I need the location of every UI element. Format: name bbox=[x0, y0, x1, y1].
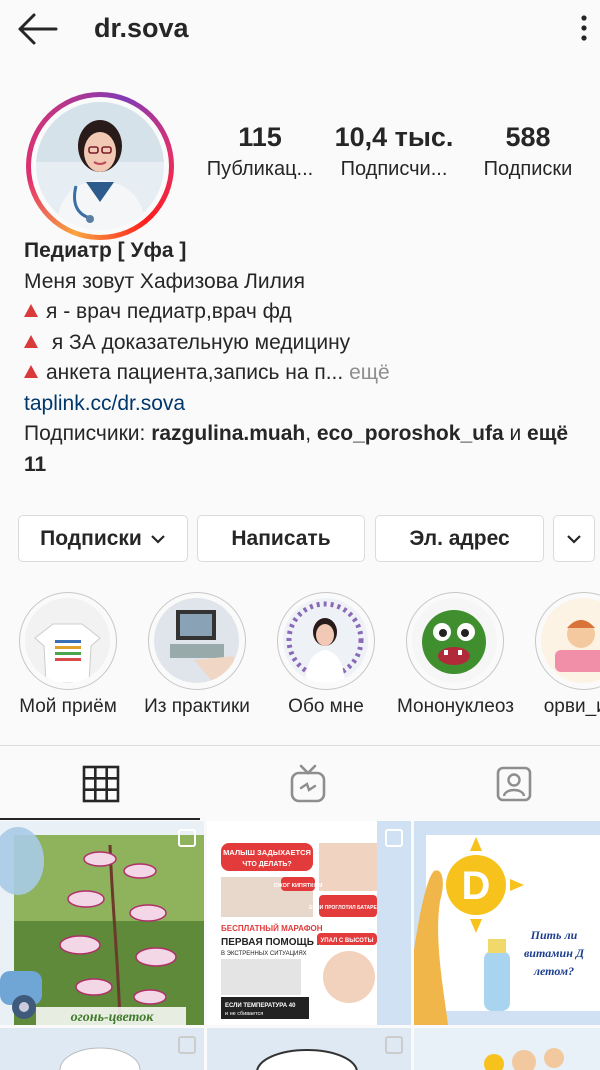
suggested-accounts-button[interactable] bbox=[553, 515, 595, 562]
highlight-item[interactable]: Мононуклеоз bbox=[397, 592, 514, 718]
highlight-item[interactable]: Обо мне bbox=[268, 592, 384, 718]
following-count-label: Подписки bbox=[483, 158, 573, 180]
post-text: витамин Д bbox=[524, 946, 585, 960]
highlight-label: Мононуклеоз bbox=[397, 696, 514, 717]
profile-display-name: Педиатр [ Уфа ] bbox=[24, 239, 187, 262]
following-button[interactable]: Подписки bbox=[18, 515, 188, 562]
highlight-label: орви_и_г bbox=[543, 696, 600, 717]
tabs-divider bbox=[0, 745, 600, 746]
bio-more-link[interactable]: ещё bbox=[349, 361, 390, 384]
post-thumbnail[interactable] bbox=[207, 1028, 411, 1070]
highlight-cover bbox=[154, 598, 239, 683]
post-text: и не сбивается bbox=[225, 1011, 263, 1017]
post-text: ОЖОГ КИПЯТКОМ bbox=[274, 883, 323, 889]
red-triangle-icon bbox=[24, 365, 38, 378]
bio-line: Меня зовут Хафизова Лилия bbox=[24, 269, 305, 293]
message-button[interactable]: Написать bbox=[197, 515, 365, 562]
post-text: ЕСЛИ ПРОГЛОТИЛ БАТАРЕЙКУ bbox=[309, 903, 387, 911]
igtv-icon[interactable] bbox=[288, 764, 328, 804]
more-options-icon[interactable] bbox=[574, 12, 594, 44]
follower-name[interactable]: eco_poroshok_ufa bbox=[317, 422, 504, 445]
highlight-cover bbox=[25, 598, 110, 683]
post-text: Пить ли bbox=[530, 928, 578, 942]
post-thumbnail[interactable] bbox=[0, 1028, 204, 1070]
posts-count-value: 115 bbox=[238, 122, 282, 152]
post-text: D bbox=[462, 864, 491, 908]
highlight-label: Из практики bbox=[144, 696, 250, 717]
red-triangle-icon bbox=[24, 304, 38, 317]
followers-count-value: 10,4 тыс. bbox=[334, 122, 454, 152]
highlight-cover bbox=[541, 598, 600, 683]
post-text: ЕСЛИ ТЕМПЕРАТУРА 40 bbox=[225, 1003, 296, 1009]
followers-count-label: Подписчи... bbox=[340, 158, 448, 180]
chevron-down-icon bbox=[567, 534, 581, 544]
post-text: В ЭКСТРЕННЫХ СИТУАЦИЯХ bbox=[221, 951, 307, 957]
multi-post-icon bbox=[178, 1036, 196, 1054]
highlight-label: Обо мне bbox=[288, 696, 364, 717]
post-text: ЧТО ДЕЛАТЬ? bbox=[242, 861, 291, 868]
following-count[interactable]: 588 Подписки bbox=[474, 120, 582, 184]
highlight-item[interactable]: Мой приём bbox=[10, 592, 126, 718]
multi-post-icon bbox=[385, 1036, 403, 1054]
top-bar: dr.sova bbox=[0, 0, 600, 58]
post-thumbnail[interactable] bbox=[414, 1028, 600, 1070]
following-count-value: 588 bbox=[505, 122, 551, 152]
profile-bio: Педиатр [ Уфа ] Меня зовут Хафизова Лили… bbox=[24, 236, 584, 480]
grid-icon[interactable] bbox=[81, 764, 121, 804]
post-text: УПАЛ С ВЫСОТЫ bbox=[321, 938, 374, 944]
highlight-label: Мой приём bbox=[19, 696, 117, 717]
bio-website-link[interactable]: taplink.cc/dr.sova bbox=[24, 389, 584, 420]
followed-by[interactable]: Подписчики: razgulina.muah, eco_poroshok… bbox=[24, 419, 584, 480]
avatar bbox=[36, 102, 164, 230]
posts-count-label: Публикац... bbox=[206, 158, 314, 180]
post-thumbnail[interactable]: D Пить ли витамин Д летом? bbox=[414, 821, 600, 1025]
multi-post-icon bbox=[178, 829, 196, 847]
multi-post-icon bbox=[385, 829, 403, 847]
posts-count[interactable]: 115 Публикац... bbox=[204, 120, 316, 184]
follower-name[interactable]: razgulina.muah bbox=[151, 422, 305, 445]
followers-count[interactable]: 10,4 тыс. Подписчи... bbox=[332, 120, 456, 184]
profile-username: dr.sova bbox=[94, 13, 189, 43]
post-thumbnail[interactable]: огонь-цветок bbox=[0, 821, 204, 1025]
email-button[interactable]: Эл. адрес bbox=[375, 515, 544, 562]
tagged-icon[interactable] bbox=[494, 764, 534, 804]
highlight-cover bbox=[283, 598, 368, 683]
bio-line: я ЗА доказательную медицину bbox=[24, 328, 584, 359]
post-text: МАЛЫШ ЗАДЫХАЕТСЯ bbox=[223, 848, 311, 857]
red-triangle-icon bbox=[24, 334, 38, 348]
post-caption: огонь-цветок bbox=[71, 1010, 155, 1025]
post-text: летом? bbox=[533, 964, 574, 978]
avatar-story-ring[interactable] bbox=[26, 92, 174, 240]
post-thumbnail[interactable]: МАЛЫШ ЗАДЫХАЕТСЯ ЧТО ДЕЛАТЬ? ОЖОГ КИПЯТК… bbox=[207, 821, 411, 1025]
chevron-down-icon bbox=[151, 534, 165, 544]
back-arrow-icon[interactable] bbox=[16, 12, 58, 46]
highlight-item[interactable]: Из практики bbox=[139, 592, 255, 718]
highlight-cover bbox=[412, 598, 497, 683]
bio-line: анкета пациента,запись на п... ещё bbox=[24, 358, 584, 389]
post-text: БЕСПЛАТНЫЙ МАРАФОН bbox=[221, 924, 323, 933]
highlight-item[interactable]: орви_и_г bbox=[526, 592, 600, 718]
bio-line: я - врач педиатр,врач фд bbox=[24, 297, 584, 328]
active-tab-indicator bbox=[0, 818, 200, 820]
